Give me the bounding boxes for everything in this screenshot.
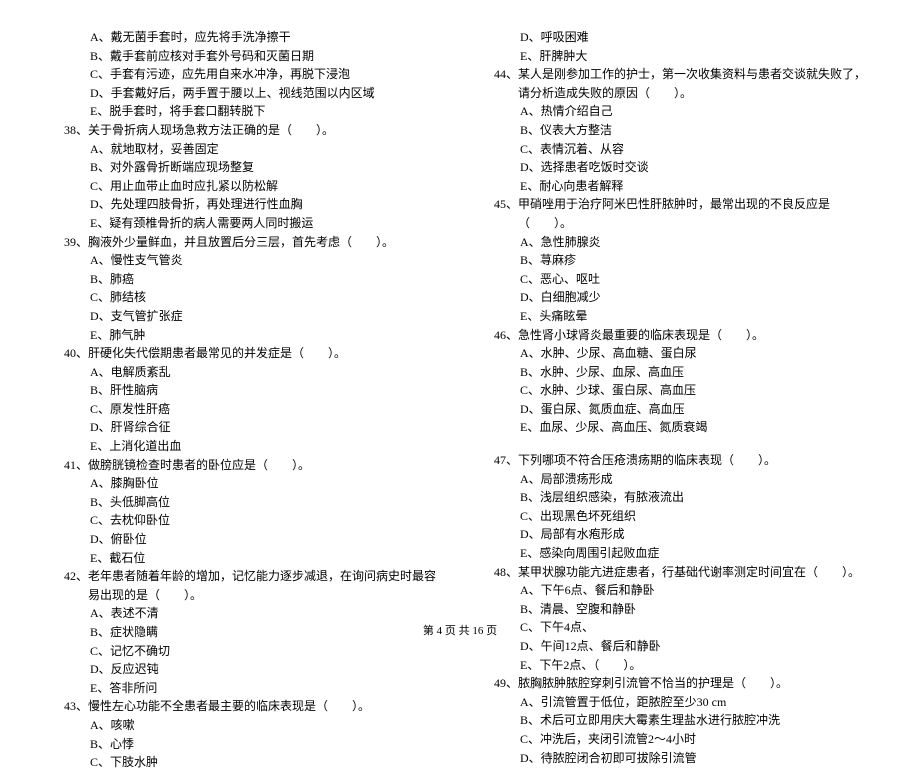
option: B、心悸 [50, 735, 440, 754]
option: D、白细胞减少 [480, 288, 870, 307]
question-stem: 42、老年患者随着年龄的增加，记忆能力逐步减退，在询问病史时最容易出现的是（ ）… [50, 567, 440, 604]
option: E、下午2点、（ ）。 [480, 656, 870, 675]
question-stem: 41、做膀胱镜检查时患者的卧位应是（ ）。 [50, 456, 440, 475]
option: E、疑有颈椎骨折的病人需要两人同时搬运 [50, 214, 440, 233]
option: B、术后可立即用庆大霉素生理盐水进行脓腔冲洗 [480, 711, 870, 730]
option: B、仪表大方整洁 [480, 121, 870, 140]
option: A、膝胸卧位 [50, 474, 440, 493]
question-stem: 49、脓胸脓肿脓腔穿刺引流管不恰当的护理是（ ）。 [480, 674, 870, 693]
option: E、肺气肿 [50, 326, 440, 345]
option: C、手套有污迹，应先用自来水冲净，再脱下浸泡 [50, 65, 440, 84]
option: B、清晨、空腹和静卧 [480, 600, 870, 619]
option: A、慢性支气管炎 [50, 251, 440, 270]
option: D、俯卧位 [50, 530, 440, 549]
question-stem: 43、慢性左心功能不全患者最主要的临床表现是（ ）。 [50, 697, 440, 716]
question-stem: 40、肝硬化失代偿期患者最常见的并发症是（ ）。 [50, 344, 440, 363]
option: E、截石位 [50, 549, 440, 568]
option: A、咳嗽 [50, 716, 440, 735]
option: D、午间12点、餐后和静卧 [480, 637, 870, 656]
option: B、戴手套前应核对手套外号码和灭菌日期 [50, 47, 440, 66]
option: A、下午6点、餐后和静卧 [480, 581, 870, 600]
option: B、浅层组织感染，有脓液流出 [480, 488, 870, 507]
option: C、原发性肝癌 [50, 400, 440, 419]
option: D、肝肾综合征 [50, 418, 440, 437]
option: A、引流管置于低位，距脓腔至少30 cm [480, 693, 870, 712]
option: D、选择患者吃饭时交谈 [480, 158, 870, 177]
option: A、戴无菌手套时，应先将手洗净擦干 [50, 28, 440, 47]
option: A、电解质紊乱 [50, 363, 440, 382]
option: A、热情介绍自己 [480, 102, 870, 121]
option: D、待脓腔闭合初即可拔除引流管 [480, 749, 870, 768]
option: D、先处理四肢骨折，再处理进行性血胸 [50, 195, 440, 214]
option: E、脱手套时，将手套口翻转脱下 [50, 102, 440, 121]
option: C、出现黑色坏死组织 [480, 507, 870, 526]
option: E、上消化道出血 [50, 437, 440, 456]
question-stem: 47、下列哪项不符合压疮溃疡期的临床表现（ ）。 [480, 451, 870, 470]
option: B、水肿、少尿、血尿、高血压 [480, 363, 870, 382]
option: D、手套戴好后，两手置于腰以上、视线范围以内区域 [50, 84, 440, 103]
option: C、冲洗后，夹闭引流管2～4小时 [480, 730, 870, 749]
question-stem: 45、甲硝唑用于治疗阿米巴性肝脓肿时，最常出现的不良反应是（ ）。 [480, 195, 870, 232]
option: D、蛋白尿、氮质血症、高血压 [480, 400, 870, 419]
option: E、耐心向患者解释 [480, 177, 870, 196]
option: E、头痛眩晕 [480, 307, 870, 326]
option: C、表情沉着、从容 [480, 140, 870, 159]
question-stem: 48、某甲状腺功能亢进症患者，行基础代谢率测定时间宜在（ ）。 [480, 563, 870, 582]
question-stem: 39、胸液外少量鲜血，并且放置后分三层，首先考虑（ ）。 [50, 233, 440, 252]
option: C、恶心、呕吐 [480, 270, 870, 289]
question-stem: 38、关于骨折病人现场急救方法正确的是（ ）。 [50, 121, 440, 140]
option: B、荨麻疹 [480, 251, 870, 270]
option: A、水肿、少尿、高血糖、蛋白尿 [480, 344, 870, 363]
option: D、呼吸困难 [480, 28, 870, 47]
option: A、表述不清 [50, 604, 440, 623]
option: D、反应迟钝 [50, 660, 440, 679]
option: C、水肿、少球、蛋白尿、高血压 [480, 381, 870, 400]
option: D、局部有水疱形成 [480, 525, 870, 544]
option: A、就地取材，妥善固定 [50, 140, 440, 159]
option: A、局部溃疡形成 [480, 470, 870, 489]
option: E、血尿、少尿、高血压、氮质衰竭 [480, 418, 870, 437]
option: B、对外露骨折断端应现场整复 [50, 158, 440, 177]
option: E、肝脾肿大 [480, 47, 870, 66]
option: B、肺癌 [50, 270, 440, 289]
option: B、头低脚高位 [50, 493, 440, 512]
option: E、感染向周围引起败血症 [480, 544, 870, 563]
option: A、急性肺腺炎 [480, 233, 870, 252]
option: D、支气管扩张症 [50, 307, 440, 326]
option: E、答非所问 [50, 679, 440, 698]
option: C、用止血带止血时应扎紧以防松解 [50, 177, 440, 196]
option: B、肝性脑病 [50, 381, 440, 400]
question-stem: 46、急性肾小球肾炎最重要的临床表现是（ ）。 [480, 326, 870, 345]
option: C、下肢水肿 [50, 753, 440, 772]
option: C、去枕仰卧位 [50, 511, 440, 530]
question-stem: 44、某人是刚参加工作的护士，第一次收集资料与患者交谈就失败了，请分析造成失败的… [480, 65, 870, 102]
page-footer: 第 4 页 共 16 页 [0, 622, 920, 638]
option: C、记忆不确切 [50, 642, 440, 661]
option: C、肺结核 [50, 288, 440, 307]
